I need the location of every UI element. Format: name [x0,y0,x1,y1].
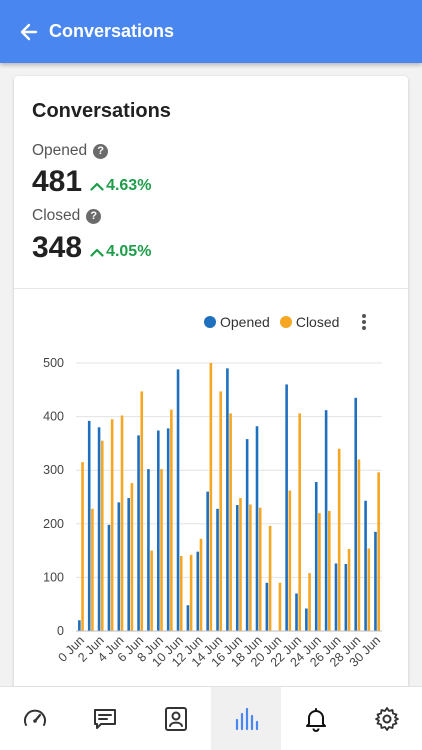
contact-icon [164,706,187,731]
bar-opened[interactable] [265,582,269,631]
bar-closed[interactable] [367,548,371,631]
bar-opened[interactable] [147,469,150,631]
bar-opened[interactable] [324,410,328,631]
bar-closed[interactable] [100,440,104,631]
y-tick-label: 0 [57,624,64,638]
bar-closed[interactable] [258,507,262,631]
conversations-card: Conversations Opened ? 481 4.63% Closed … [14,76,408,696]
bar-closed[interactable] [199,538,203,631]
back-button[interactable] [17,20,41,44]
bar-opened[interactable] [127,498,130,631]
bar-opened[interactable] [235,505,239,631]
bar-closed[interactable] [91,508,94,631]
bar-closed[interactable] [219,391,223,631]
bar-closed[interactable] [278,582,282,631]
bar-closed[interactable] [170,409,173,631]
bar-opened[interactable] [107,524,111,631]
bar-opened[interactable] [97,427,101,631]
nav-dashboard[interactable] [0,687,70,750]
nav-reports[interactable] [210,687,282,750]
bar-closed[interactable] [130,483,134,631]
bar-closed[interactable] [239,498,242,631]
y-tick-label: 300 [43,463,64,477]
bar-opened[interactable] [255,426,259,631]
nav-conversations[interactable] [70,687,140,750]
bar-opened[interactable] [87,420,91,631]
nav-notifications[interactable] [281,687,351,750]
bar-closed[interactable] [110,419,114,631]
bar-closed[interactable] [337,448,341,631]
bottom-navigation [0,686,422,750]
y-tick-label: 200 [43,517,64,531]
nav-settings[interactable] [352,687,422,750]
bar-opened[interactable] [196,551,200,631]
bar-closed[interactable] [189,554,193,631]
bar-closed[interactable] [229,413,232,631]
bar-opened[interactable] [334,563,338,631]
bar-opened[interactable] [157,430,160,631]
bar-opened[interactable] [314,481,318,631]
bar-opened[interactable] [354,397,358,631]
bar-closed[interactable] [347,548,351,631]
bar-opened[interactable] [344,564,348,631]
bar-opened[interactable] [78,620,81,631]
bar-closed[interactable] [308,573,311,631]
bar-opened[interactable] [206,491,209,631]
bar-closed[interactable] [318,513,321,631]
bar-closed[interactable] [298,413,301,631]
bar-closed[interactable] [81,462,84,631]
bar-closed[interactable] [120,415,124,631]
y-tick-label: 400 [43,410,64,424]
bar-opened[interactable] [166,428,170,631]
bar-closed[interactable] [160,469,163,631]
bar-closed[interactable] [357,459,361,631]
y-tick-label: 100 [43,570,64,584]
bar-opened[interactable] [216,508,219,631]
bar-closed[interactable] [377,472,380,631]
bar-opened[interactable] [137,435,140,631]
bar-opened[interactable] [176,369,180,631]
bar-closed[interactable] [150,550,153,631]
bar-opened[interactable] [186,605,190,631]
gear-icon [374,706,399,731]
bell-icon [306,707,327,732]
bar-opened[interactable] [285,384,288,631]
bar-opened[interactable] [245,439,249,631]
message-icon [94,708,117,729]
bar-closed[interactable] [328,510,331,631]
bar-closed[interactable] [288,490,292,631]
bar-closed[interactable] [249,504,252,631]
app-bar: Conversations [0,0,422,63]
bar-opened[interactable] [374,531,377,631]
bar-opened[interactable] [295,593,298,631]
bar-closed[interactable] [209,363,213,631]
bar-closed[interactable] [268,525,272,631]
arrow-left-icon [20,23,38,40]
bar-closed[interactable] [140,391,144,631]
bar-opened[interactable] [117,502,121,631]
page-title: Conversations [49,21,175,41]
nav-contacts[interactable] [141,687,211,750]
bar-closed[interactable] [179,555,183,631]
bar-chart: 01002003004005000 Jun2 Jun4 Jun6 Jun8 Ju… [43,356,383,670]
speedometer-icon [24,709,47,726]
y-tick-label: 500 [43,356,64,370]
bar-opened[interactable] [305,608,308,631]
bar-chart-icon [236,707,259,730]
bar-opened[interactable] [364,500,367,631]
bar-opened[interactable] [226,368,229,631]
